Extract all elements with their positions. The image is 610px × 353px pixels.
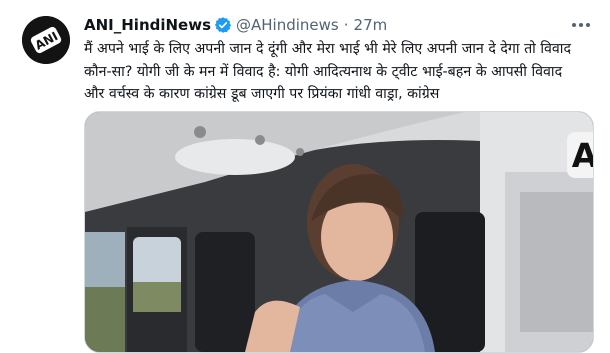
tweet-header: ANI_HindiNews @AHindinews · 27m [84,14,387,36]
timestamp[interactable]: 27m [354,16,388,34]
media-image [85,112,593,352]
ani-watermark: ANI [567,132,593,178]
ani-logo: ANI [22,16,70,64]
tweet-media[interactable]: ANI [84,111,594,353]
more-options-icon[interactable] [566,12,596,38]
user-handle[interactable]: @AHindinews [236,16,339,34]
tweet[interactable]: ANI ANI_HindiNews @AHindinews · 27m मैं … [0,0,610,353]
display-name[interactable]: ANI_HindiNews [84,16,211,34]
separator-dot: · [343,16,349,34]
tweet-text: मैं अपने भाई के लिए अपनी जान दे दूंगी और… [84,41,571,102]
verified-badge-icon [214,16,232,34]
avatar[interactable]: ANI [22,16,70,64]
